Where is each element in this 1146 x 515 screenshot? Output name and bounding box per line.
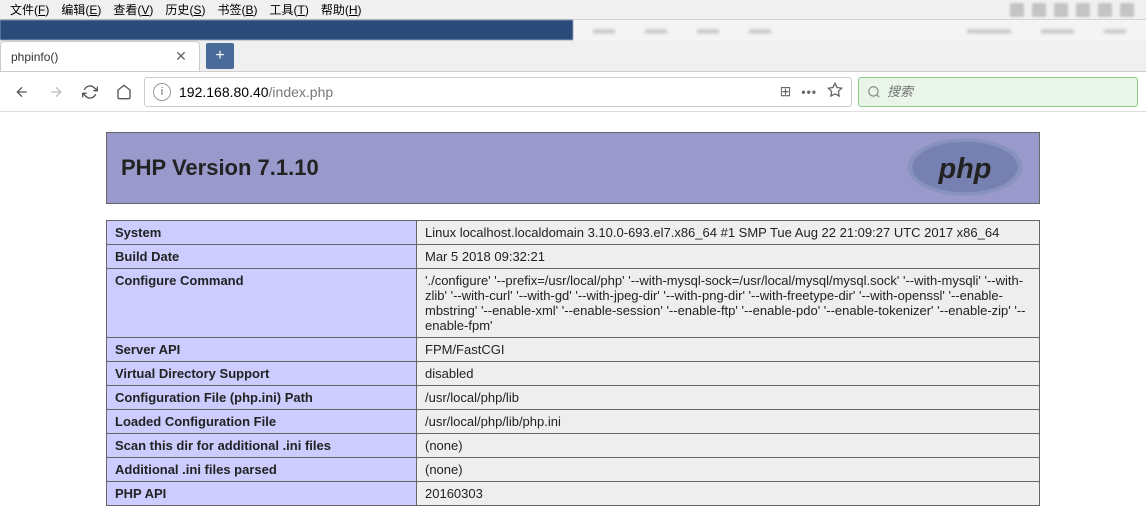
table-key: Server API (107, 338, 417, 362)
blurred-icon (1010, 3, 1024, 17)
tab-title: phpinfo() (11, 50, 173, 64)
table-value: FPM/FastCGI (417, 338, 1040, 362)
search-input[interactable] (887, 84, 1129, 99)
page-content: PHP Version 7.1.10 php SystemLinux local… (0, 112, 1146, 506)
toolbar: i 192.168.80.40/index.php ⊞ ••• (0, 72, 1146, 112)
blurred-icon (1054, 3, 1068, 17)
table-key: Virtual Directory Support (107, 362, 417, 386)
reload-icon (82, 84, 98, 100)
php-logo: php (905, 137, 1025, 200)
page-actions-icon[interactable]: ••• (801, 85, 817, 99)
table-value: disabled (417, 362, 1040, 386)
table-key: Additional .ini files parsed (107, 458, 417, 482)
menu-help[interactable]: 帮助(H) (315, 0, 368, 20)
table-row: Virtual Directory Supportdisabled (107, 362, 1040, 386)
table-value: (none) (417, 434, 1040, 458)
table-value: (none) (417, 458, 1040, 482)
table-row: Scan this dir for additional .ini files(… (107, 434, 1040, 458)
table-row: Server APIFPM/FastCGI (107, 338, 1040, 362)
table-value: Mar 5 2018 09:32:21 (417, 245, 1040, 269)
phpinfo-header: PHP Version 7.1.10 php (106, 132, 1040, 204)
table-row: Configure Command'./configure' '--prefix… (107, 269, 1040, 338)
qr-icon[interactable]: ⊞ (780, 83, 792, 100)
reload-button[interactable] (76, 78, 104, 106)
tab-bar: phpinfo() ✕ + (0, 40, 1146, 72)
home-button[interactable] (110, 78, 138, 106)
url-bar[interactable]: i 192.168.80.40/index.php ⊞ ••• (144, 77, 852, 107)
blurred-icon (1032, 3, 1046, 17)
url-text: 192.168.80.40/index.php (179, 84, 780, 100)
svg-text:php: php (938, 152, 992, 184)
new-tab-button[interactable]: + (206, 43, 234, 69)
menu-history[interactable]: 历史(S) (159, 0, 211, 20)
menu-file[interactable]: 文件(F) (4, 0, 55, 20)
table-key: Scan this dir for additional .ini files (107, 434, 417, 458)
menu-right-icons (1010, 3, 1142, 17)
table-row: Build DateMar 5 2018 09:32:21 (107, 245, 1040, 269)
menu-edit[interactable]: 编辑(E) (55, 0, 107, 20)
phpinfo-table: SystemLinux localhost.localdomain 3.10.0… (106, 220, 1040, 506)
php-version-title: PHP Version 7.1.10 (121, 155, 319, 181)
search-bar[interactable] (858, 77, 1138, 107)
menu-tools[interactable]: 工具(T) (263, 0, 314, 20)
table-key: Configure Command (107, 269, 417, 338)
table-row: PHP API20160303 (107, 482, 1040, 506)
table-value: 20160303 (417, 482, 1040, 506)
bookmark-star-icon[interactable] (827, 82, 843, 101)
table-key: System (107, 221, 417, 245)
background-window-bar: ▬▬ ▬▬ ▬▬ ▬▬ ▬▬▬▬ ▬▬▬ ▬▬ (0, 20, 1146, 40)
search-icon (867, 85, 881, 99)
blurred-icon (1098, 3, 1112, 17)
forward-button[interactable] (42, 78, 70, 106)
table-key: Build Date (107, 245, 417, 269)
menu-bookmarks[interactable]: 书签(B) (211, 0, 263, 20)
info-icon[interactable]: i (153, 83, 171, 101)
table-value: /usr/local/php/lib (417, 386, 1040, 410)
menu-view[interactable]: 查看(V) (107, 0, 159, 20)
table-value: './configure' '--prefix=/usr/local/php' … (417, 269, 1040, 338)
table-row: Loaded Configuration File/usr/local/php/… (107, 410, 1040, 434)
table-row: Configuration File (php.ini) Path/usr/lo… (107, 386, 1040, 410)
blurred-icon (1076, 3, 1090, 17)
table-value: /usr/local/php/lib/php.ini (417, 410, 1040, 434)
table-key: PHP API (107, 482, 417, 506)
browser-tab[interactable]: phpinfo() ✕ (0, 41, 200, 71)
arrow-left-icon (14, 84, 30, 100)
table-row: SystemLinux localhost.localdomain 3.10.0… (107, 221, 1040, 245)
table-key: Loaded Configuration File (107, 410, 417, 434)
table-key: Configuration File (php.ini) Path (107, 386, 417, 410)
close-icon[interactable]: ✕ (173, 49, 189, 65)
table-row: Additional .ini files parsed(none) (107, 458, 1040, 482)
phpinfo-container: PHP Version 7.1.10 php SystemLinux local… (106, 132, 1040, 506)
menu-bar: 文件(F) 编辑(E) 查看(V) 历史(S) 书签(B) 工具(T) 帮助(H… (0, 0, 1146, 20)
home-icon (116, 84, 132, 100)
arrow-right-icon (48, 84, 64, 100)
table-value: Linux localhost.localdomain 3.10.0-693.e… (417, 221, 1040, 245)
blurred-icon (1120, 3, 1134, 17)
back-button[interactable] (8, 78, 36, 106)
